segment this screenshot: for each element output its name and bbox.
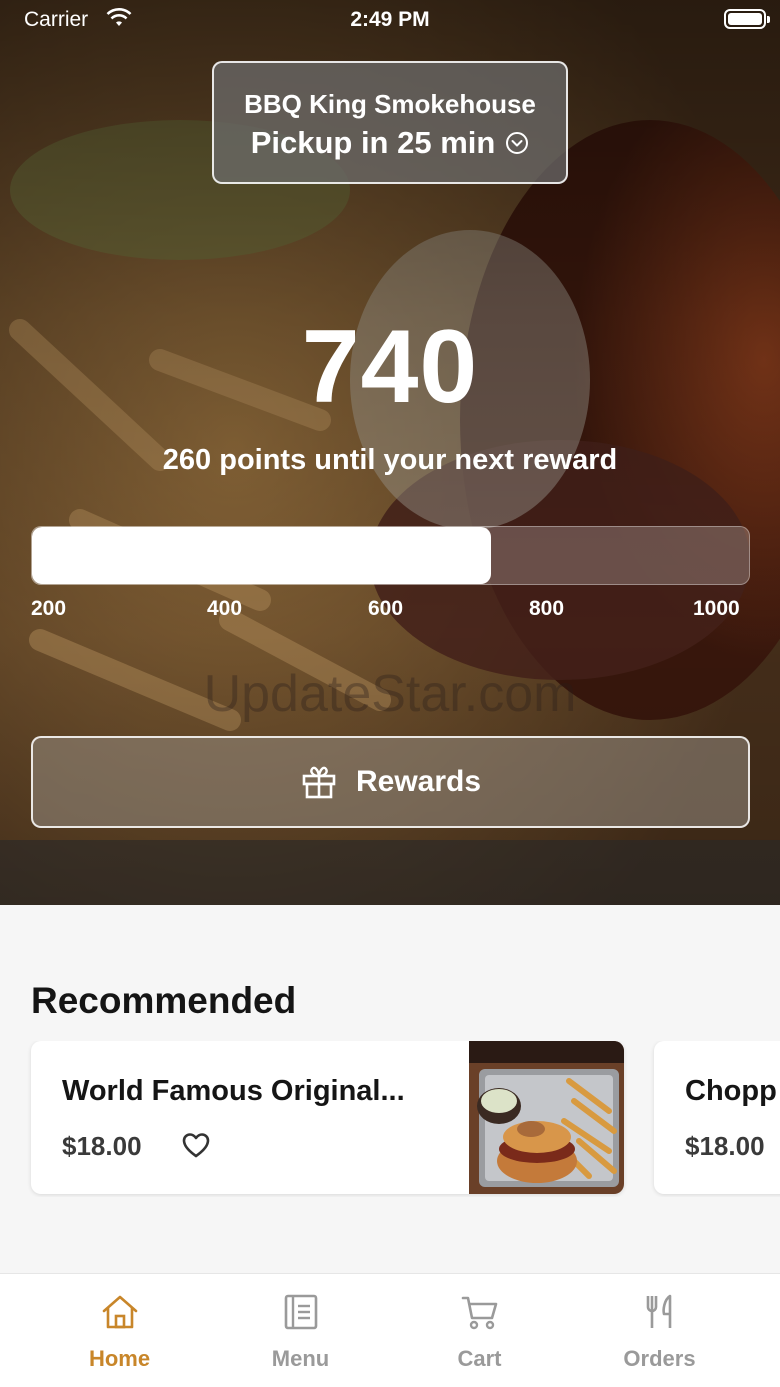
tab-orders-label: Orders xyxy=(623,1346,696,1371)
recommended-item-card[interactable]: Chopp $18.00 xyxy=(654,1041,780,1194)
orders-icon xyxy=(646,1294,672,1328)
tab-cart[interactable]: Cart xyxy=(382,1274,577,1387)
home-icon xyxy=(102,1295,138,1329)
tab-menu-label: Menu xyxy=(271,1346,330,1371)
item-price: $18.00 xyxy=(62,1131,142,1161)
watermark: UpdateStar.com xyxy=(203,665,577,723)
points-until-reward: 260 points until your next reward xyxy=(162,444,618,476)
menu-icon xyxy=(284,1294,318,1330)
chevron-down-circle-icon xyxy=(506,132,529,154)
recommended-carousel[interactable]: World Famous Original... $18.00 Chopp $1… xyxy=(0,1041,780,1197)
tab-home[interactable]: Home xyxy=(22,1274,217,1387)
item-name: Chopp xyxy=(685,1075,777,1107)
burger-fries-image xyxy=(469,1041,624,1194)
rewards-progress-bar xyxy=(31,526,750,585)
recommended-title: Recommended xyxy=(31,980,297,1021)
pickup-time: Pickup in 25 min xyxy=(214,125,566,161)
item-price: $18.00 xyxy=(685,1131,765,1161)
recommended-item-card[interactable]: World Famous Original... $18.00 xyxy=(31,1041,624,1194)
status-bar: Carrier 2:49 PM xyxy=(0,0,780,40)
location-selector[interactable]: BBQ King Smokehouse Pickup in 25 min xyxy=(212,61,568,184)
cart-icon xyxy=(461,1296,498,1330)
rewards-progress-fill xyxy=(32,527,491,584)
battery-icon xyxy=(724,9,770,29)
points-balance: 740 xyxy=(301,309,479,425)
rewards-hero: Carrier 2:49 PM BBQ King Smokehouse Pick… xyxy=(0,0,780,905)
tab-orders[interactable]: Orders xyxy=(562,1274,757,1387)
heart-icon[interactable] xyxy=(181,1130,211,1160)
restaurant-name: BBQ King Smokehouse xyxy=(244,89,536,119)
tick-label: 200 xyxy=(31,597,67,620)
tick-label: 400 xyxy=(207,597,243,620)
rewards-button[interactable]: Rewards xyxy=(31,736,750,828)
progress-ticks: 200 400 600 800 1000 xyxy=(0,597,780,627)
tab-bar: Home Menu Cart Orders xyxy=(0,1273,780,1387)
gift-icon xyxy=(302,766,336,799)
tick-label: 1000 xyxy=(693,597,740,620)
tab-cart-label: Cart xyxy=(457,1346,502,1371)
tab-menu[interactable]: Menu xyxy=(203,1274,398,1387)
tick-label: 800 xyxy=(529,597,565,620)
pickup-time-label: Pickup in 25 min xyxy=(250,125,496,160)
item-name: World Famous Original... xyxy=(62,1075,405,1107)
tab-home-label: Home xyxy=(88,1346,151,1371)
rewards-button-label: Rewards xyxy=(355,765,482,798)
status-time: 2:49 PM xyxy=(350,8,430,31)
tick-label: 600 xyxy=(368,597,404,620)
